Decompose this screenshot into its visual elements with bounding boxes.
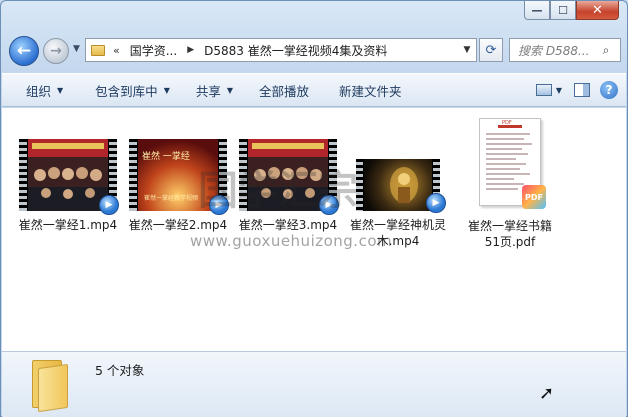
chevron-down-icon: ▼ <box>163 85 170 95</box>
search-icon[interactable]: ⌕ <box>596 43 616 58</box>
pdf-text-line <box>486 153 528 155</box>
search-box[interactable]: 搜索 D588... ⌕ <box>509 38 621 62</box>
help-icon[interactable]: ? <box>600 81 618 99</box>
thumbnail-caption-text: 崔然一掌经教学视频 <box>144 195 199 202</box>
share-label: 共享 <box>195 83 221 99</box>
change-view-icon[interactable] <box>535 84 552 96</box>
navigation-bar: ← → ▼ « 国学资... ▶ D5883 崔然一掌经视频4集及资料 ▼ ⟳ … <box>9 34 621 66</box>
pdf-text-line <box>486 158 516 160</box>
address-bar[interactable]: « 国学资... ▶ D5883 崔然一掌经视频4集及资料 ▼ <box>85 38 477 62</box>
forward-button[interactable]: → <box>43 38 69 64</box>
pdf-app-icon: PDF <box>522 185 546 209</box>
command-bar: 组织 ▼ 包含到库中 ▼ 共享 ▼ 全部播放 新建文件夹 ▼ ? <box>2 73 626 107</box>
pdf-document-icon: PDF PDF <box>479 118 546 209</box>
close-button[interactable]: ✕ <box>576 1 619 20</box>
breadcrumb-overflow[interactable]: « <box>113 44 120 57</box>
share-menu[interactable]: 共享 ▼ <box>190 78 239 102</box>
view-controls: ▼ ? <box>535 81 626 99</box>
media-player-icon: ▶ <box>99 195 119 215</box>
pdf-text-line <box>486 188 518 190</box>
file-item-video-1[interactable]: ▶ 崔然一掌经1.mp4 <box>16 108 120 233</box>
play-all-label: 全部播放 <box>259 83 310 99</box>
video-thumbnail: ▶ <box>356 159 446 213</box>
pdf-title-line <box>498 125 522 128</box>
recent-pages-dropdown[interactable]: ▼ <box>73 44 80 54</box>
include-in-library-label: 包含到库中 <box>95 83 158 99</box>
file-list[interactable]: ▶ 崔然一掌经1.mp4 崔然 一掌经 崔然一掌经教学视频 ▶ 崔然一掌经2.m… <box>2 108 626 351</box>
pdf-text-line <box>486 178 514 180</box>
breadcrumb-item-root[interactable]: 国学资... <box>130 42 177 59</box>
pdf-text-line <box>486 143 532 145</box>
video-frame <box>28 139 108 211</box>
file-item-pdf[interactable]: PDF PDF 崔然一掌经书籍51页.pdf <box>458 108 562 250</box>
chevron-down-icon: ▼ <box>226 85 234 95</box>
mouse-cursor-icon: ➚ <box>539 383 555 404</box>
explorer-window: — ☐ ✕ ← → ▼ « 国学资... ▶ D5883 崔然一掌经视频4集及资… <box>0 0 628 417</box>
watermark-logo-text: 国学汇宗 <box>198 168 358 214</box>
play-all-button[interactable]: 全部播放 <box>253 78 315 102</box>
media-player-icon: ▶ <box>426 193 446 213</box>
breadcrumb-item-current[interactable]: D5883 崔然一掌经视频4集及资料 <box>204 42 387 59</box>
chevron-down-icon: ▼ <box>57 85 64 95</box>
new-folder-label: 新建文件夹 <box>339 83 402 99</box>
item-count: 5 个对象 <box>95 363 145 378</box>
folder-icon <box>32 360 70 413</box>
back-button[interactable]: ← <box>9 36 39 66</box>
file-item-video-4[interactable]: ▶ 崔然一掌经神机灵木.mp4 <box>346 108 450 249</box>
breadcrumb-separator[interactable]: ▶ <box>187 45 194 55</box>
pdf-text-line <box>486 133 530 135</box>
address-dropdown[interactable]: ▼ <box>458 45 476 55</box>
maximize-button[interactable]: ☐ <box>550 1 576 20</box>
organize-label: 组织 <box>26 83 52 99</box>
pdf-text-line <box>486 148 522 150</box>
include-in-library-menu[interactable]: 包含到库中 ▼ <box>89 78 176 102</box>
minimize-button[interactable]: — <box>524 1 550 20</box>
file-name[interactable]: 崔然一掌经1.mp4 <box>16 217 120 233</box>
pdf-text-line <box>486 173 530 175</box>
preview-pane-icon[interactable] <box>574 83 590 97</box>
file-name[interactable]: 崔然一掌经书籍51页.pdf <box>462 218 558 250</box>
caption-buttons: — ☐ ✕ <box>524 1 619 20</box>
file-name[interactable]: 崔然一掌经2.mp4 <box>126 217 230 233</box>
pdf-text-line <box>486 138 524 140</box>
film-strip-edge <box>129 139 137 211</box>
pdf-text-line <box>486 168 520 170</box>
view-options-chevron-icon[interactable]: ▼ <box>556 86 562 95</box>
file-name[interactable]: 崔然一掌经3.mp4 <box>236 217 340 233</box>
video-frame <box>364 159 432 211</box>
film-strip-edge <box>19 139 27 211</box>
search-input[interactable]: 搜索 D588... <box>510 42 596 59</box>
pdf-text-line <box>486 183 524 185</box>
pdf-text-line <box>486 163 526 165</box>
organize-menu[interactable]: 组织 ▼ <box>20 78 69 102</box>
folder-icon <box>91 44 105 56</box>
thumbnail-title-text: 崔然 一掌经 <box>142 152 190 162</box>
new-folder-button[interactable]: 新建文件夹 <box>333 78 408 102</box>
video-thumbnail: ▶ <box>19 139 119 215</box>
details-pane: 5 个对象 ➚ <box>2 351 626 417</box>
refresh-button[interactable]: ⟳ <box>479 38 503 62</box>
watermark-url: www.guoxuehuizong.com <box>190 232 393 250</box>
